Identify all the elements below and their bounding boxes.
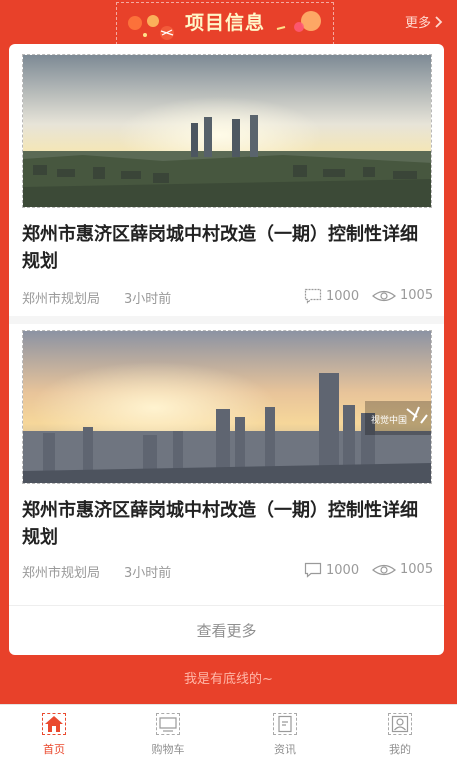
article-time: 3小时前 [124, 566, 172, 581]
tab-label: 资讯 [274, 743, 296, 756]
article-time: 3小时前 [124, 292, 172, 307]
section-divider [9, 316, 444, 324]
article-card[interactable]: 郑州市惠济区薛岗城中村改造（一期）控制性详细规划 郑州市规划局 3小时前 100… [9, 44, 444, 324]
article-card[interactable]: 视觉中国 郑州市惠济区薛岗城中村改造（一期）控制性详细规划 郑州市规划局 3小时… [9, 324, 444, 604]
bottom-tabbar: 首页 购物车 资讯 我的 [0, 704, 457, 766]
tab-home[interactable]: 首页 [14, 713, 94, 757]
article-image[interactable] [22, 54, 432, 208]
article-title[interactable]: 郑州市惠济区薛岗城中村改造（一期）控制性详细规划 [22, 221, 434, 275]
more-label: 更多 [404, 16, 431, 31]
image-watermark: 视觉中国 [371, 414, 407, 425]
tab-label: 首页 [43, 743, 65, 756]
eye-icon [372, 564, 396, 575]
tab-label: 购物车 [151, 743, 185, 756]
article-title[interactable]: 郑州市惠济区薛岗城中村改造（一期）控制性详细规划 [22, 497, 434, 551]
comment-icon [304, 562, 322, 578]
article-image[interactable]: 视觉中国 [22, 330, 432, 484]
fireworks-decoration-icon [128, 15, 174, 40]
view-count: 1005 [372, 562, 433, 577]
profile-icon [388, 713, 412, 735]
view-count-value: 1005 [400, 288, 434, 303]
tab-news[interactable]: 资讯 [245, 713, 325, 757]
article-source: 郑州市规划局 [22, 566, 101, 581]
tab-cart[interactable]: 购物车 [128, 713, 208, 757]
section-title-banner: 项目信息 [116, 2, 334, 50]
tab-label: 我的 [389, 743, 411, 756]
eye-icon [372, 290, 396, 301]
article-meta: 郑州市规划局 3小时前 1000 1005 [22, 288, 434, 308]
home-icon [42, 713, 66, 735]
project-panel: 郑州市惠济区薛岗城中村改造（一期）控制性详细规划 郑州市规划局 3小时前 100… [9, 44, 444, 655]
view-count: 1005 [372, 288, 433, 303]
chevron-right-icon [435, 15, 443, 28]
view-count-value: 1005 [400, 562, 434, 577]
header: 项目信息 更多 [0, 0, 457, 50]
section-title: 项目信息 [184, 11, 265, 34]
sparkle-decoration-icon [276, 11, 321, 32]
tab-profile[interactable]: 我的 [360, 713, 440, 757]
article-meta: 郑州市规划局 3小时前 1000 1005 [22, 562, 434, 582]
comment-icon [304, 288, 322, 304]
more-link[interactable]: 更多 [405, 12, 443, 31]
article-source: 郑州市规划局 [22, 292, 101, 307]
news-icon [273, 713, 297, 735]
view-more-button[interactable]: 查看更多 [9, 605, 444, 655]
comment-count: 1000 [304, 562, 359, 578]
comment-count: 1000 [304, 288, 359, 304]
cart-icon [156, 713, 180, 735]
comment-count-value: 1000 [326, 288, 360, 304]
comment-count-value: 1000 [326, 562, 360, 578]
end-of-list-text: 我是有底线的~ [184, 672, 273, 687]
